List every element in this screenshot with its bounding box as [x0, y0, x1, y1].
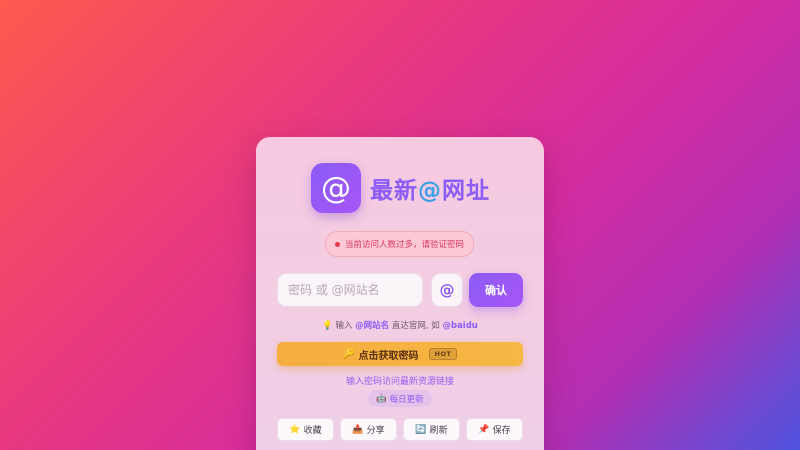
confirm-label: 确认 — [485, 284, 507, 297]
title-part1: 最新 — [370, 178, 418, 204]
get-password-button[interactable]: 🔑 点击获取密码 HOT — [277, 342, 523, 366]
resource-link[interactable]: 输入密码访问最新资源链接 — [256, 374, 544, 387]
robot-icon: 🤖 — [376, 393, 387, 404]
favorite-button[interactable]: ⭐ 收藏 — [277, 418, 334, 441]
hot-badge: HOT — [428, 348, 458, 360]
confirm-button[interactable]: 确认 — [469, 273, 523, 307]
hint-text: 💡 输入 @网站名 直达官网, 如 @baidu — [256, 319, 544, 331]
refresh-button[interactable]: 🔄 刷新 — [403, 418, 460, 441]
save-button[interactable]: 📌 保存 — [466, 418, 523, 441]
share-icon: 📤 — [352, 424, 364, 435]
key-icon: 🔑 — [342, 348, 356, 360]
site-title: 最新@网址 — [370, 171, 490, 205]
hint-prefix: 输入 — [335, 321, 353, 331]
title-part2: 网址 — [442, 178, 490, 204]
brand-header: @ 最新@网址 — [311, 163, 490, 213]
status-alert: 当前访问人数过多，请验证密码 — [325, 231, 474, 257]
refresh-icon: 🔄 — [415, 424, 427, 435]
at-button-label: @ — [439, 281, 455, 299]
daily-label: 每日更新 — [389, 394, 424, 405]
password-input[interactable] — [277, 273, 423, 307]
hint-middle: 直达官网, 如 — [391, 321, 440, 331]
star-icon: ⭐ — [289, 424, 301, 435]
daily-update-badge: 🤖 每日更新 — [368, 390, 432, 407]
resource-link-text: 输入密码访问最新资源链接 — [345, 377, 454, 387]
logo-symbol: @ — [321, 170, 351, 206]
title-at: @ — [418, 178, 442, 204]
pin-icon: 📌 — [478, 424, 490, 435]
share-button[interactable]: 📤 分享 — [340, 418, 397, 441]
get-password-label: 点击获取密码 — [358, 350, 419, 362]
share-label: 分享 — [366, 426, 385, 436]
save-label: 保存 — [492, 426, 511, 436]
refresh-label: 刷新 — [429, 426, 448, 436]
action-bar: ⭐ 收藏 📤 分享 🔄 刷新 📌 保存 — [277, 418, 523, 441]
at-button[interactable]: @ — [431, 273, 463, 307]
red-dot-icon — [334, 241, 340, 247]
login-card: @ 最新@网址 当前访问人数过多，请验证密码 @ 确认 💡 输入 @网站名 直达… — [256, 137, 544, 450]
lightbulb-icon: 💡 — [322, 321, 333, 331]
hint-keyword: @网站名 — [355, 321, 390, 331]
favorite-label: 收藏 — [303, 426, 322, 436]
at-logo-icon: @ — [311, 163, 361, 213]
alert-text: 当前访问人数过多，请验证密码 — [344, 240, 464, 250]
hint-example: @baidu — [442, 321, 478, 331]
